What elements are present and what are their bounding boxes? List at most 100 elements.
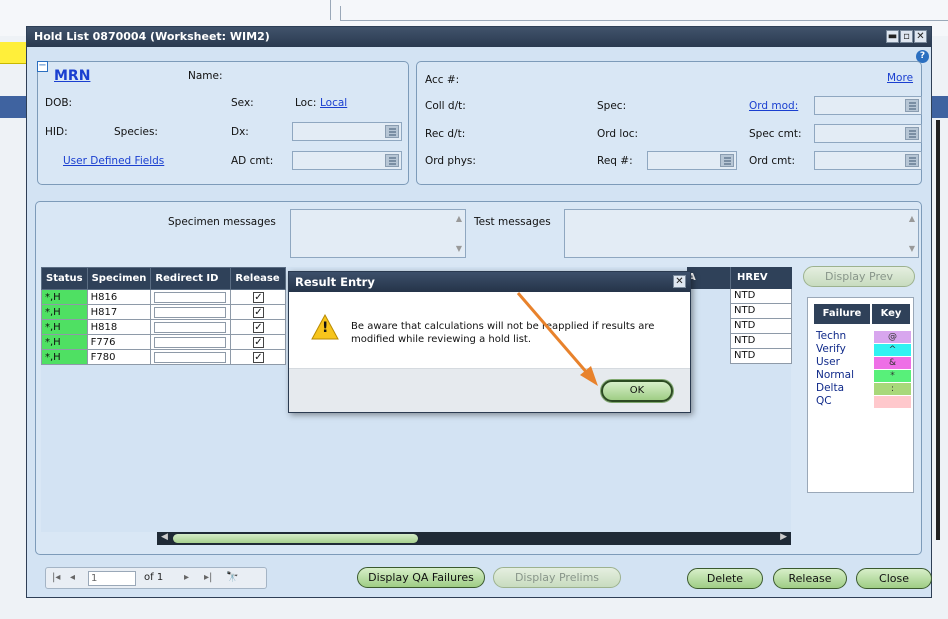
minimize-icon[interactable]: ▬ (886, 30, 899, 43)
more-link[interactable]: More (887, 72, 913, 84)
hrev-cell[interactable]: NTD (730, 349, 792, 364)
redirect-id-cell[interactable] (150, 334, 232, 350)
scroll-down-icon[interactable]: ▼ (456, 244, 462, 253)
ok-button[interactable]: OK (601, 380, 673, 402)
release-button[interactable]: Release (773, 568, 847, 589)
redirect-id-input[interactable] (154, 306, 227, 318)
ord-cmt-field[interactable] (814, 151, 922, 170)
scroll-up-icon[interactable]: ▲ (456, 214, 462, 223)
maximize-icon[interactable]: ▫ (900, 30, 913, 43)
redirect-id-cell[interactable] (150, 304, 232, 320)
status-cell[interactable]: *,H (41, 334, 88, 350)
table-row[interactable]: *,H H816 ✓ (41, 289, 287, 305)
close-button[interactable]: Close (856, 568, 932, 589)
table-row[interactable]: *,H H817 ✓ (41, 304, 287, 320)
ord-mod-link[interactable]: Ord mod: (749, 100, 798, 112)
scroll-left-icon[interactable]: ◀ (161, 532, 168, 542)
release-checkbox[interactable]: ✓ (252, 336, 264, 348)
scrollbar-thumb[interactable] (173, 534, 418, 543)
dx-lookup-icon[interactable] (385, 125, 399, 138)
status-cell[interactable]: *,H (41, 304, 88, 320)
ord-mod-field[interactable] (814, 96, 922, 115)
page-input[interactable]: 1 (88, 571, 136, 586)
window-title: Hold List 0870004 (Worksheet: WIM2) (34, 30, 270, 43)
table-row[interactable]: *,H F780 ✓ (41, 349, 287, 365)
legend-failure-header: Failure (814, 304, 870, 324)
user-defined-fields-link[interactable]: User Defined Fields (63, 155, 164, 167)
prev-page-icon[interactable]: ◂ (70, 572, 75, 583)
display-prev-button[interactable]: Display Prev (803, 266, 915, 287)
dx-field[interactable] (292, 122, 402, 141)
release-cell[interactable]: ✓ (230, 334, 287, 350)
species-label: Species: (114, 126, 158, 138)
ord-loc-label: Ord loc: (597, 128, 639, 140)
horizontal-scrollbar[interactable]: ◀ ▶ (157, 532, 791, 545)
release-checkbox[interactable]: ✓ (252, 321, 264, 333)
collapse-icon[interactable]: − (37, 61, 48, 72)
req-label: Req #: (597, 155, 633, 167)
ad-cmt-lookup-icon[interactable] (385, 154, 399, 167)
ord-mod-lookup-icon[interactable] (905, 99, 919, 112)
redirect-id-cell[interactable] (150, 289, 232, 305)
first-page-icon[interactable]: |◂ (52, 572, 60, 583)
col-status-header[interactable]: Status (41, 267, 88, 290)
status-cell[interactable]: *,H (41, 349, 88, 365)
ord-cmt-lookup-icon[interactable] (905, 154, 919, 167)
release-checkbox[interactable]: ✓ (252, 291, 264, 303)
ad-cmt-field[interactable] (292, 151, 402, 170)
specimen-cell[interactable]: F776 (86, 334, 152, 350)
table-row[interactable]: *,H F776 ✓ (41, 334, 287, 350)
loc-link[interactable]: Local (320, 97, 347, 109)
release-cell[interactable]: ✓ (230, 349, 287, 365)
release-cell[interactable]: ✓ (230, 289, 287, 305)
specimen-cell[interactable]: H816 (86, 289, 152, 305)
status-cell[interactable]: *,H (41, 289, 88, 305)
specimen-messages-box[interactable]: ▲ ▼ (290, 209, 466, 258)
req-field[interactable] (647, 151, 737, 170)
redirect-id-input[interactable] (154, 291, 227, 303)
release-cell[interactable]: ✓ (230, 319, 287, 335)
rec-label: Rec d/t: (425, 128, 466, 140)
hrev-cell[interactable]: NTD (730, 334, 792, 349)
col-hrev-header[interactable]: HREV (730, 267, 792, 289)
delete-button[interactable]: Delete (687, 568, 763, 589)
dialog-close-icon[interactable]: ✕ (673, 275, 686, 288)
redirect-id-input[interactable] (154, 336, 227, 348)
redirect-id-input[interactable] (154, 351, 227, 363)
req-lookup-icon[interactable] (720, 154, 734, 167)
scroll-down-icon[interactable]: ▼ (909, 244, 915, 253)
hrev-cell[interactable]: NTD (730, 304, 792, 319)
close-icon[interactable]: ✕ (914, 30, 927, 43)
display-qa-failures-button[interactable]: Display QA Failures (357, 567, 485, 588)
window-title-bar: Hold List 0870004 (Worksheet: WIM2) ▬ ▫ … (27, 27, 931, 47)
col-redirect-header[interactable]: Redirect ID (150, 267, 232, 290)
col-specimen-header[interactable]: Specimen (86, 267, 152, 290)
redirect-id-input[interactable] (154, 321, 227, 333)
scroll-up-icon[interactable]: ▲ (909, 214, 915, 223)
table-row[interactable]: *,H H818 ✓ (41, 319, 287, 335)
spec-label: Spec: (597, 100, 627, 112)
release-cell[interactable]: ✓ (230, 304, 287, 320)
last-page-icon[interactable]: ▸| (204, 572, 212, 583)
specimen-cell[interactable]: H817 (86, 304, 152, 320)
find-icon[interactable]: 🔭 (226, 572, 238, 583)
mrn-link[interactable]: MRN (54, 68, 90, 84)
hrev-cell[interactable]: NTD (730, 319, 792, 334)
display-prelims-button[interactable]: Display Prelims (493, 567, 621, 588)
scroll-right-icon[interactable]: ▶ (780, 532, 787, 542)
specimen-cell[interactable]: H818 (86, 319, 152, 335)
specimen-cell[interactable]: F780 (86, 349, 152, 365)
spec-cmt-field[interactable] (814, 124, 922, 143)
hrev-cell[interactable]: NTD (730, 289, 792, 304)
release-checkbox[interactable]: ✓ (252, 351, 264, 363)
test-messages-box[interactable]: ▲ ▼ (564, 209, 919, 258)
release-checkbox[interactable]: ✓ (252, 306, 264, 318)
col-partial-header: A (687, 267, 731, 289)
col-release-header[interactable]: Release (230, 267, 287, 290)
status-cell[interactable]: *,H (41, 319, 88, 335)
redirect-id-cell[interactable] (150, 319, 232, 335)
legend-swatch: @ (874, 331, 911, 343)
redirect-id-cell[interactable] (150, 349, 232, 365)
spec-cmt-lookup-icon[interactable] (905, 127, 919, 140)
next-page-icon[interactable]: ▸ (184, 572, 189, 583)
